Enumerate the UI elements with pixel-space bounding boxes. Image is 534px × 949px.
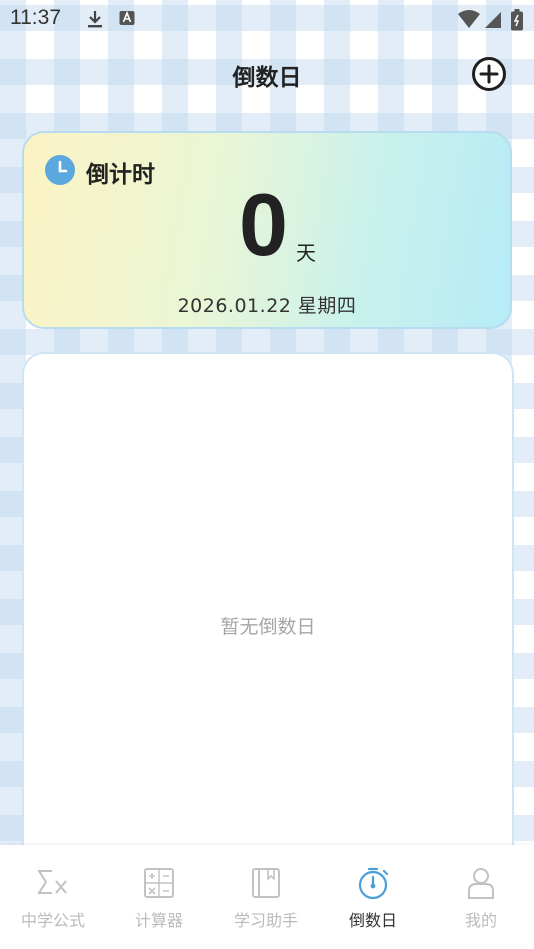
- empty-state-text: 暂无倒数日: [220, 616, 316, 638]
- nav-item-study-assistant[interactable]: 学习助手: [213, 845, 319, 949]
- nav-item-formulas[interactable]: 中学公式: [0, 845, 106, 949]
- sigma-x-icon: [37, 870, 67, 894]
- target-date: 2026.01.22 星期四: [177, 295, 357, 317]
- countdown-list: 暂无倒数日: [22, 352, 514, 872]
- keyboard-a-icon: [119, 10, 135, 25]
- stopwatch-icon: [358, 867, 389, 900]
- download-icon: [88, 11, 102, 28]
- countdown-label: 倒计时: [86, 162, 155, 188]
- add-countdown-button[interactable]: [471, 56, 507, 92]
- nav-item-profile[interactable]: 我的: [428, 845, 534, 949]
- countdown-card[interactable]: 倒计时 0 天 2026.01.22 星期四: [22, 131, 512, 329]
- days-count: 0: [239, 175, 288, 274]
- bottom-nav: 中学公式 计算器 学习助手 倒数日 我的: [0, 845, 534, 949]
- nav-label: 学习助手: [233, 911, 298, 930]
- nav-item-countdown[interactable]: 倒数日: [320, 845, 426, 949]
- book-icon: [252, 868, 280, 898]
- calculator-icon: [144, 868, 174, 898]
- nav-label: 计算器: [134, 911, 183, 930]
- status-time: 11:37: [10, 6, 61, 29]
- nav-label: 我的: [464, 911, 497, 930]
- wifi-icon: [458, 10, 480, 28]
- page-title: 倒数日: [232, 65, 302, 91]
- days-unit: 天: [296, 241, 316, 265]
- nav-item-calculator[interactable]: 计算器: [106, 845, 212, 949]
- clock-icon: [45, 155, 75, 185]
- nav-label: 中学公式: [20, 911, 85, 930]
- header: 倒数日: [0, 48, 534, 98]
- status-bar: 11:37: [0, 0, 534, 40]
- battery-icon: [511, 9, 523, 31]
- nav-label: 倒数日: [348, 911, 397, 930]
- signal-icon: [485, 12, 501, 28]
- profile-icon: [468, 868, 494, 899]
